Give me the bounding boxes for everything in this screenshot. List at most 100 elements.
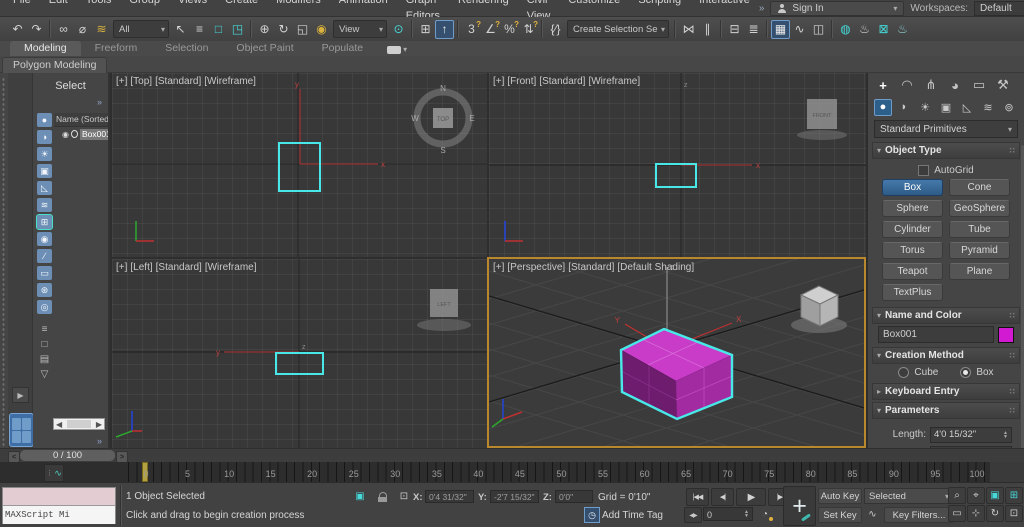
auto-key-button[interactable]: Auto Key bbox=[818, 488, 862, 504]
category-systems-icon[interactable]: ⊚ bbox=[1000, 99, 1018, 116]
viewport-menu-pov[interactable]: [Top] bbox=[130, 76, 152, 87]
object-color-dot[interactable] bbox=[71, 130, 78, 138]
toolbar-overflow-chevron[interactable]: » bbox=[759, 3, 765, 14]
unlink-button[interactable]: ⌀ bbox=[73, 20, 92, 39]
viewport-menu-shading[interactable]: [Default Shading] bbox=[617, 262, 694, 273]
category-cameras-icon[interactable]: ▣ bbox=[937, 99, 955, 116]
ribbon-tab-object-paint[interactable]: Object Paint bbox=[222, 41, 307, 56]
object-name-field[interactable]: Box001 bbox=[878, 326, 994, 343]
spinner-arrows[interactable]: ▲▼ bbox=[744, 508, 749, 520]
explorer-list-tool-icon[interactable]: ≡ bbox=[42, 324, 48, 335]
filter-geometry-icon[interactable]: ● bbox=[37, 113, 52, 127]
category-helpers-icon[interactable]: ◺ bbox=[958, 99, 976, 116]
select-rotate-button[interactable]: ↻ bbox=[274, 20, 293, 39]
spinner-arrows[interactable]: ▲▼ bbox=[1003, 428, 1008, 442]
schematic-view-button[interactable]: ◫ bbox=[809, 20, 828, 39]
listener-pane[interactable]: MAXScript Mi bbox=[3, 506, 115, 524]
key-filters-button[interactable]: Key Filters... bbox=[884, 507, 954, 523]
explorer-props-tool-icon[interactable]: ▤ bbox=[40, 354, 49, 365]
box-object[interactable] bbox=[621, 329, 732, 419]
filter-visibility-icon[interactable]: ◎ bbox=[37, 300, 52, 314]
filter-lights-icon[interactable]: ☀ bbox=[37, 147, 52, 161]
curve-editor-button[interactable]: ∿ bbox=[790, 20, 809, 39]
select-move-button[interactable]: ⊕ bbox=[255, 20, 274, 39]
scroll-right-arrow[interactable]: ▶ bbox=[96, 420, 102, 429]
current-frame-field[interactable]: 0 ▲▼ bbox=[703, 507, 753, 521]
orbit-button[interactable]: ↻ bbox=[986, 505, 1004, 522]
object-type-button[interactable]: Teapot bbox=[882, 263, 943, 280]
name-column-header[interactable]: Name (Sorted A bbox=[54, 113, 108, 127]
coord-system-dropdown[interactable]: View▾ bbox=[333, 20, 387, 38]
viewcube-top[interactable]: TOP N W E S bbox=[411, 84, 474, 155]
viewport-menu-shading[interactable]: [Wireframe] bbox=[205, 262, 257, 273]
object-color-swatch[interactable] bbox=[998, 327, 1014, 343]
viewcube-left[interactable]: LEFT bbox=[417, 289, 471, 331]
viewport-menu-pov[interactable]: [Left] bbox=[130, 262, 152, 273]
filter-helpers-icon[interactable]: ◺ bbox=[37, 181, 52, 195]
viewport-front[interactable]: [+] [Front] [Standard] [Wireframe] z x F… bbox=[489, 73, 866, 257]
explorer-hscrollbar[interactable]: ◀ ▶ bbox=[53, 418, 105, 430]
autogrid-checkbox[interactable] bbox=[918, 165, 929, 176]
category-geometry-icon[interactable]: ● bbox=[874, 99, 892, 116]
isolate-selection-toggle[interactable]: ▣ bbox=[352, 489, 368, 504]
spinner-snap-button[interactable]: ⇅? bbox=[519, 20, 538, 39]
list-item-box001[interactable]: ◉ Box001 bbox=[54, 127, 108, 141]
use-center-button[interactable]: ⊙ bbox=[389, 20, 408, 39]
pan-button[interactable]: ⊹ bbox=[967, 505, 985, 522]
mini-curve-editor-button[interactable]: ⋮∿ bbox=[44, 464, 64, 482]
primitive-category-dropdown[interactable]: Standard Primitives ▾ bbox=[874, 120, 1018, 138]
category-lights-icon[interactable]: ☀ bbox=[916, 99, 934, 116]
viewport-menu-shading[interactable]: [Wireframe] bbox=[204, 76, 256, 87]
keyboard-entry-header[interactable]: ▸ Keyboard Entry ∷ bbox=[872, 383, 1020, 400]
default-in-out-tangents-button[interactable]: ∿ bbox=[864, 507, 881, 522]
set-key-button[interactable]: Set Key bbox=[818, 507, 862, 523]
parameters-header[interactable]: ▾ Parameters ∷ bbox=[872, 402, 1020, 419]
selection-filter-dropdown[interactable]: All▾ bbox=[113, 20, 169, 38]
absolute-offset-toggle[interactable]: ⊡ bbox=[396, 489, 412, 504]
creation-method-cube-radio[interactable]: Cube bbox=[898, 367, 938, 378]
tab-create[interactable]: + bbox=[872, 75, 894, 95]
tab-motion[interactable]: ◕ bbox=[944, 75, 966, 95]
object-type-button[interactable]: Cone bbox=[949, 179, 1010, 196]
mirror-button[interactable]: ⋈ bbox=[679, 20, 698, 39]
select-scale-button[interactable]: ◱ bbox=[293, 20, 312, 39]
object-type-button[interactable]: Sphere bbox=[882, 200, 943, 217]
select-manipulate-button[interactable]: ⊞ bbox=[416, 20, 435, 39]
add-time-tag-button[interactable]: Add Time Tag bbox=[602, 510, 663, 521]
explorer-expand-chevron[interactable]: » bbox=[97, 97, 102, 107]
z-coord-field[interactable]: 0'0" bbox=[555, 490, 593, 503]
select-place-button[interactable]: ◉ bbox=[312, 20, 331, 39]
object-type-button[interactable]: Box bbox=[882, 179, 943, 196]
set-keys-button[interactable]: + bbox=[783, 486, 816, 526]
edit-named-sets-button[interactable]: {∕} bbox=[546, 20, 565, 39]
layer-explorer-button[interactable]: ≣ bbox=[744, 20, 763, 39]
filter-bones-icon[interactable]: ∕ bbox=[37, 249, 52, 263]
name-color-header[interactable]: ▾ Name and Color ∷ bbox=[872, 307, 1020, 324]
select-object-button[interactable]: ↖ bbox=[171, 20, 190, 39]
selection-lock-toggle[interactable] bbox=[374, 489, 390, 504]
viewcube-front[interactable]: FRONT bbox=[797, 99, 847, 140]
kbd-override-button[interactable]: ↑ bbox=[435, 20, 454, 39]
angle-snap-button[interactable]: ∠? bbox=[481, 20, 500, 39]
redo-button[interactable]: ↷ bbox=[27, 20, 46, 39]
scene-explorer-button[interactable]: ⊟ bbox=[725, 20, 744, 39]
ribbon-config-dropdown[interactable]: ▾ bbox=[387, 45, 407, 54]
render-button[interactable]: ♨ bbox=[893, 20, 912, 39]
y-coord-field[interactable]: -2'7 15/32" bbox=[490, 490, 539, 503]
viewport-menu-standard[interactable]: [Standard] bbox=[155, 76, 201, 87]
key-mode-toggle[interactable]: ◀▶ bbox=[684, 507, 702, 523]
workspace-dropdown[interactable]: Default ▾ bbox=[974, 1, 1024, 16]
play-button[interactable]: ▶ bbox=[736, 488, 766, 506]
panel-expand-button[interactable]: ▶ bbox=[12, 387, 29, 403]
material-editor-button[interactable]: ◍ bbox=[836, 20, 855, 39]
zoom-extents-button[interactable]: ▣ bbox=[986, 487, 1004, 504]
object-type-button[interactable]: TextPlus bbox=[882, 284, 943, 301]
zoom-region-button[interactable]: ▭ bbox=[948, 505, 966, 522]
time-configuration-button[interactable]: ◔ bbox=[757, 507, 773, 521]
object-type-button[interactable]: Tube bbox=[949, 221, 1010, 238]
maxscript-mini-listener[interactable]: MAXScript Mi bbox=[2, 487, 116, 524]
viewport-menu-general[interactable]: [+] bbox=[116, 76, 127, 87]
tab-utilities[interactable]: ⚒ bbox=[992, 75, 1014, 95]
zoom-all-button[interactable]: ⌖ bbox=[967, 487, 985, 504]
viewport-menu-pov[interactable]: [Front] bbox=[507, 76, 536, 87]
